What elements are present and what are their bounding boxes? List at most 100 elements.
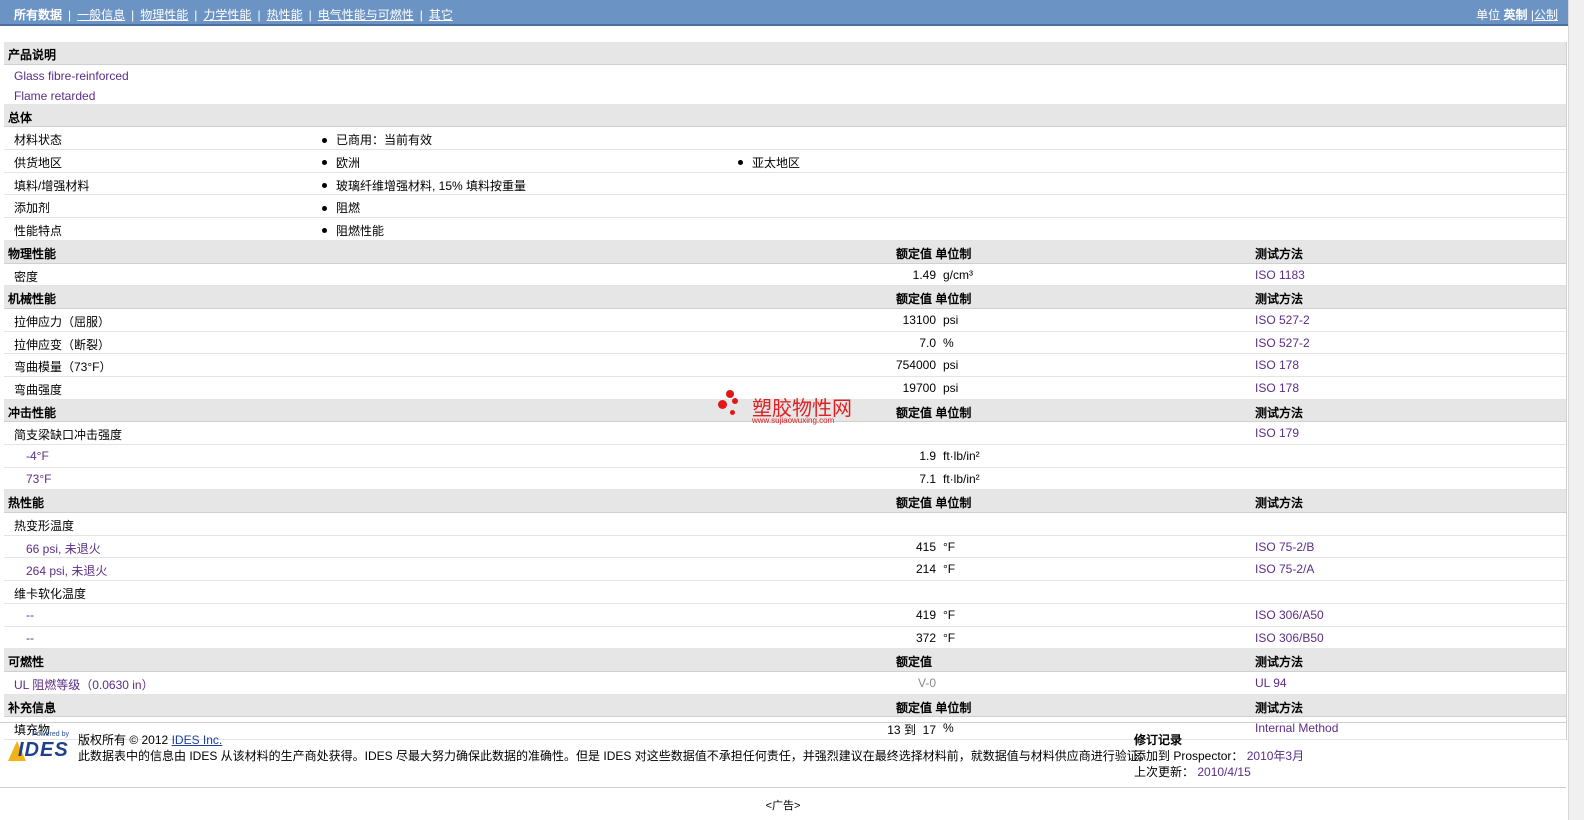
property-value: 754000	[895, 358, 936, 373]
updated-date: 上次更新： 2010/4/15	[1134, 765, 1251, 779]
separator: |	[419, 8, 423, 22]
property-group-name: 热变形温度	[14, 519, 75, 534]
table-row: -4°F 1.9 ft·lb/in²	[4, 445, 1566, 468]
property-unit: °F	[943, 539, 956, 554]
section-title: 总体	[8, 110, 33, 125]
property-unit: °F	[943, 607, 956, 622]
separator: |	[68, 8, 72, 22]
property-group-name: 简支梁缺口冲击强度	[14, 428, 123, 443]
table-row: -- 419 °F ISO 306/A50	[4, 604, 1566, 627]
section-header-flammability: 可燃性 额定值 测试方法	[4, 649, 1566, 672]
property-unit: °F	[943, 562, 956, 577]
property-value: 亚太地区	[738, 154, 800, 171]
watermark-url: www.sujiaowuxing.com	[752, 416, 835, 425]
product-line: Flame retarded	[4, 85, 1566, 105]
test-method: ISO 306/B50	[1255, 630, 1324, 645]
property-value: 372	[915, 630, 936, 645]
tab-general-info[interactable]: 一般信息	[77, 8, 125, 22]
vertical-scrollbar[interactable]	[1568, 0, 1584, 820]
column-header-method: 测试方法	[1255, 655, 1304, 670]
bullet-icon	[738, 160, 743, 166]
footer: Powered by IDES 版权所有 © 2012 IDES Inc. 此数…	[0, 722, 1566, 788]
test-method: ISO 527-2	[1255, 312, 1310, 327]
tab-mechanical[interactable]: 力学性能	[203, 8, 251, 22]
property-name: 材料状态	[14, 133, 63, 148]
condition-name: 73°F	[26, 471, 52, 486]
bullet-icon	[322, 228, 327, 234]
table-row: 性能特点 阻燃性能	[4, 218, 1566, 241]
table-row: 66 psi, 未退火 415 °F ISO 75-2/B	[4, 536, 1566, 559]
property-name: UL 阻燃等级（0.0630 in）	[14, 677, 154, 692]
property-value: 欧洲	[322, 154, 360, 171]
section-title: 热性能	[8, 496, 45, 511]
section-header-physical: 物理性能 额定值 单位制 测试方法	[4, 240, 1566, 264]
category-tabs: 所有数据 | 一般信息 | 物理性能 | 力学性能 | 热性能 | 电气性能与可燃性 | 其它	[14, 6, 453, 23]
tab-all-data[interactable]: 所有数据	[14, 8, 62, 22]
section-header-general: 总体	[4, 104, 1566, 128]
column-header-value-unit: 额定值 单位制	[896, 292, 972, 307]
property-value: 1.49	[912, 267, 936, 282]
table-row: 简支梁缺口冲击强度 ISO 179	[4, 422, 1566, 445]
property-value: 415	[915, 539, 936, 554]
column-header-value-unit: 额定值 单位制	[896, 246, 972, 261]
unit-switcher: 单位 英制 |公制	[1476, 6, 1558, 23]
product-description: Glass fibre-reinforced	[14, 68, 129, 83]
property-value: 阻燃	[322, 199, 360, 216]
added-date: 添加到 Prospector： 2010年3月	[1134, 749, 1305, 763]
table-row: 添加剂 阻燃	[4, 195, 1566, 219]
product-description: Flame retarded	[14, 88, 96, 103]
logo-text: IDES	[18, 739, 69, 761]
property-name: 填料/增强材料	[14, 178, 90, 193]
section-title: 产品说明	[8, 48, 57, 62]
test-method: ISO 1183	[1255, 267, 1305, 282]
section-header-mechanical: 机械性能 额定值 单位制 测试方法	[4, 286, 1566, 309]
condition-name: --	[26, 607, 34, 622]
property-unit: psi	[943, 380, 959, 395]
property-value: V-0	[917, 675, 936, 690]
property-value: 7.0	[919, 335, 936, 350]
condition-name: 66 psi, 未退火	[26, 541, 101, 556]
tab-electrical-flammability[interactable]: 电气性能与可燃性	[318, 8, 414, 22]
property-name: 弯曲强度	[14, 382, 63, 397]
table-row: 264 psi, 未退火 214 °F ISO 75-2/A	[4, 558, 1566, 582]
test-method: ISO 527-2	[1255, 335, 1310, 350]
ides-logo[interactable]: Powered by IDES	[8, 731, 70, 761]
condition-name: --	[26, 630, 34, 645]
section-header-thermal: 热性能 额定值 单位制 测试方法	[4, 490, 1566, 514]
separator: |	[131, 8, 135, 22]
product-line: Glass fibre-reinforced	[4, 65, 1566, 85]
section-title: 机械性能	[8, 292, 57, 307]
property-unit: ft·lb/in²	[943, 449, 980, 463]
property-unit: °F	[943, 630, 956, 645]
property-name: 拉伸应力（屈服）	[14, 314, 111, 329]
units-label: 单位	[1476, 8, 1501, 22]
column-header-method: 测试方法	[1255, 405, 1304, 420]
units-metric[interactable]: 公制	[1534, 8, 1558, 22]
property-unit: psi	[943, 358, 959, 373]
tab-thermal[interactable]: 热性能	[267, 8, 303, 22]
units-imperial[interactable]: 英制	[1504, 8, 1528, 22]
column-header-method: 测试方法	[1255, 700, 1304, 715]
property-unit: psi	[943, 312, 959, 327]
column-header-method: 测试方法	[1255, 246, 1304, 261]
property-value: 已商用：当前有效	[322, 131, 432, 148]
table-row: -- 372 °F ISO 306/B50	[4, 627, 1566, 650]
column-header-value: 额定值	[896, 655, 933, 670]
bullet-icon	[322, 160, 327, 166]
property-value: 419	[915, 607, 936, 622]
section-title: 可燃性	[8, 655, 45, 670]
ides-link[interactable]: IDES Inc.	[172, 733, 223, 747]
ad-label: <广告>	[765, 800, 801, 812]
property-name: 拉伸应变（断裂）	[14, 337, 111, 352]
test-method: ISO 178	[1255, 358, 1300, 373]
logo-powered-by: Powered by	[32, 731, 69, 738]
disclaimer: 此数据表中的信息由 IDES 从该材料的生产商处获得。IDES 尽最大努力确保此…	[78, 749, 1151, 763]
tab-physical[interactable]: 物理性能	[140, 8, 188, 22]
bullet-icon	[322, 137, 327, 143]
property-unit: g/cm³	[943, 267, 973, 282]
test-method: ISO 75-2/A	[1255, 562, 1315, 577]
table-row: UL 阻燃等级（0.0630 in） V-0 UL 94	[4, 672, 1566, 695]
tab-other[interactable]: 其它	[429, 8, 453, 22]
section-title: 补充信息	[8, 700, 57, 715]
table-row: 填料/增强材料 玻璃纤维增强材料, 15% 填料按重量	[4, 173, 1566, 196]
